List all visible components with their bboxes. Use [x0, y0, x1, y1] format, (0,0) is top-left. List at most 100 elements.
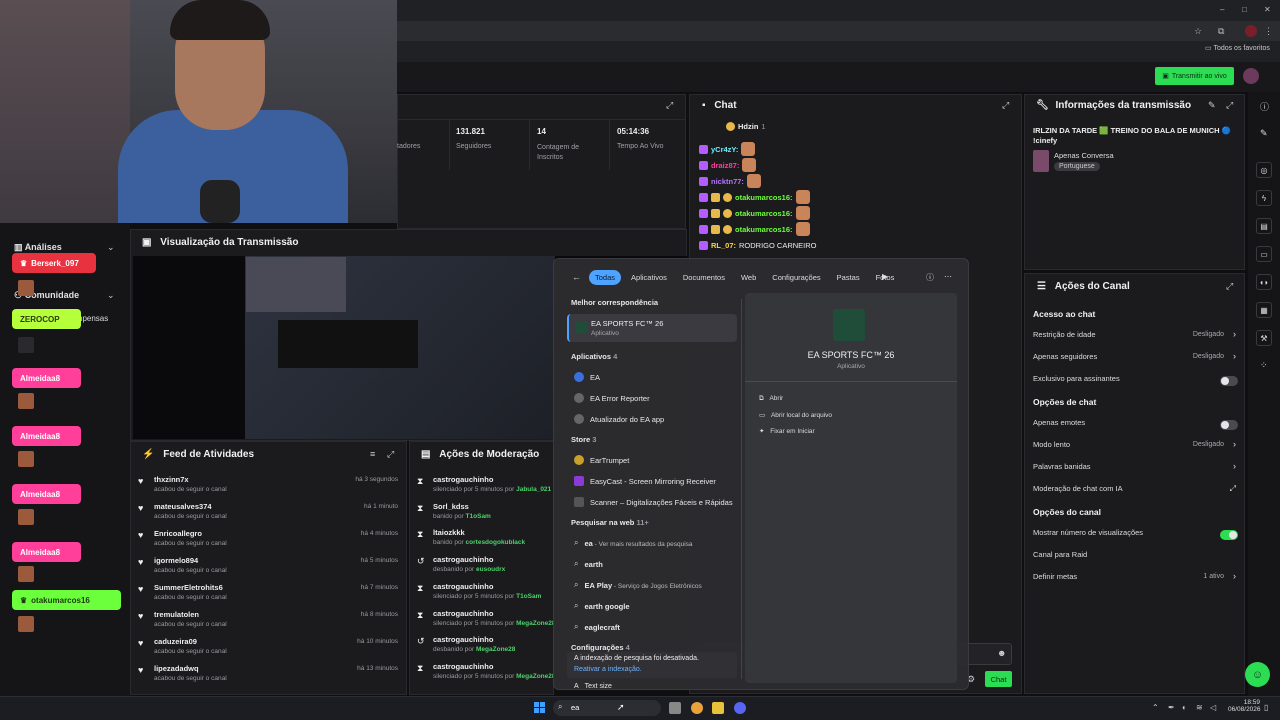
- extensions-icon[interactable]: ⧉: [1218, 26, 1224, 37]
- search-result-app[interactable]: EA: [574, 372, 600, 382]
- search-result-web[interactable]: ⌕ earth google: [574, 601, 630, 611]
- chrome-icon[interactable]: [691, 702, 703, 714]
- moderator-name[interactable]: Jabula_021: [516, 486, 551, 493]
- setting-row[interactable]: Mostrar número de visualizações: [1033, 528, 1238, 542]
- setting-row[interactable]: Apenas seguidores Desligado ›: [1033, 351, 1238, 366]
- moderator-name[interactable]: cortesdogokublack: [466, 539, 526, 546]
- setting-row[interactable]: Palavras banidas ›: [1033, 461, 1238, 476]
- edit-icon[interactable]: ✎: [1208, 100, 1216, 111]
- expand-icon[interactable]: ⤢: [1226, 281, 1233, 292]
- setting-row[interactable]: Exclusivo para assinantes: [1033, 374, 1238, 388]
- wifi-icon[interactable]: ≋: [1196, 703, 1203, 712]
- tab-configurações[interactable]: Configurações: [766, 270, 826, 285]
- avatar[interactable]: [1243, 68, 1259, 84]
- chat-user[interactable]: otakumarcos16:: [735, 193, 793, 202]
- chevron-down-icon[interactable]: ⌄: [107, 290, 115, 301]
- nav-analytics[interactable]: ▥ Análises: [14, 242, 62, 253]
- taskbar-search-input[interactable]: ⌕ ea: [553, 700, 661, 716]
- best-match-result[interactable]: EA SPORTS FC™ 26 Aplicativo: [567, 314, 737, 342]
- apps-icon[interactable]: ⁘: [1260, 360, 1268, 371]
- expand-icon[interactable]: ⤢: [1226, 100, 1233, 111]
- reactivate-indexing-link[interactable]: Reativar a indexação.: [574, 666, 642, 673]
- star-icon[interactable]: ☆: [1194, 26, 1202, 37]
- tray-icon[interactable]: ◐: [1182, 703, 1187, 712]
- setting-row[interactable]: Canal para Raid: [1033, 550, 1238, 564]
- moderator-name[interactable]: T1oSam: [516, 593, 541, 600]
- task-view-icon[interactable]: [669, 702, 681, 714]
- search-result-app[interactable]: Atualizador do EA app: [574, 414, 664, 424]
- tab-aplicativos[interactable]: Aplicativos: [625, 270, 673, 285]
- close-icon[interactable]: ✕: [1264, 5, 1271, 14]
- start-icon[interactable]: [534, 702, 546, 714]
- search-result-web[interactable]: ⌕ ea - Ver mais resultados da pesquisa: [574, 538, 693, 548]
- help-chat-button[interactable]: ☺: [1245, 662, 1270, 687]
- volume-icon[interactable]: ◁: [1210, 703, 1216, 712]
- moderator-name[interactable]: MegaZone28: [516, 620, 553, 627]
- expand-icon[interactable]: ⤢: [387, 449, 394, 460]
- search-result-web[interactable]: ⌕ EA Play - Serviço de Jogos Eletrônicos: [574, 580, 702, 590]
- settings-heading[interactable]: Configurações 4: [571, 643, 630, 652]
- pin-to-start-action[interactable]: ✦ Fixar em Iniciar: [759, 427, 815, 435]
- pencil-icon[interactable]: ✎: [1260, 128, 1268, 139]
- wrench-icon[interactable]: ⚒: [1256, 330, 1272, 346]
- maximize-icon[interactable]: □: [1242, 5, 1247, 14]
- setting-row[interactable]: Modo lento Desligado ›: [1033, 439, 1238, 454]
- scrollbar[interactable]: [741, 299, 742, 679]
- chevron-up-icon[interactable]: ⌃: [1152, 703, 1159, 712]
- chat-user[interactable]: otakumarcos16:: [735, 209, 793, 218]
- search-result-web[interactable]: ⌕ earth: [574, 559, 603, 569]
- chat-user[interactable]: nicktn77:: [711, 177, 744, 186]
- go-live-button[interactable]: ▣ Transmitir ao vivo: [1155, 67, 1234, 85]
- info-icon[interactable]: ⓘ: [926, 272, 934, 283]
- filter-icon[interactable]: ≡: [370, 449, 375, 459]
- clock[interactable]: 18:59 06/08/2026: [1228, 699, 1261, 713]
- menu-icon[interactable]: ⋮: [1264, 26, 1273, 37]
- chat-icon[interactable]: ▭: [1256, 246, 1272, 262]
- open-file-location-action[interactable]: ▭ Abrir local do arquivo: [759, 411, 832, 419]
- discord-icon[interactable]: [734, 702, 746, 714]
- search-result-setting[interactable]: A Text size: [574, 683, 612, 690]
- moderator-name[interactable]: MegaZone28: [476, 646, 515, 653]
- info-icon[interactable]: ⓘ: [1260, 100, 1269, 113]
- toggle-switch[interactable]: [1220, 420, 1238, 430]
- tab-todas[interactable]: Todas: [589, 270, 622, 285]
- open-action[interactable]: ⧉ Abrir: [759, 395, 783, 403]
- moderator-name[interactable]: MegaZone28: [516, 673, 553, 680]
- chat-user[interactable]: otakumarcos16:: [735, 225, 793, 234]
- setting-row[interactable]: Definir metas 1 ativo ›: [1033, 571, 1238, 586]
- profile-icon[interactable]: [1245, 25, 1257, 37]
- server-icon[interactable]: ▦: [1256, 302, 1272, 318]
- search-result-store[interactable]: Scanner – Digitalizações Fáceis e Rápida…: [574, 497, 733, 507]
- target-icon[interactable]: ◎: [1256, 162, 1272, 178]
- setting-row[interactable]: Moderação de chat com IA ⤢: [1033, 484, 1238, 498]
- back-arrow-icon[interactable]: ←: [572, 272, 581, 282]
- pen-icon[interactable]: ✒: [1168, 703, 1175, 712]
- search-result-store[interactable]: EasyCast - Screen Mirroring Receiver: [574, 476, 716, 486]
- toggle-switch[interactable]: [1220, 376, 1238, 386]
- setting-row[interactable]: Restrição de idade Desligado ›: [1033, 329, 1238, 344]
- tab-pastas[interactable]: Pastas: [831, 270, 866, 285]
- web-heading[interactable]: Pesquisar na web 11+: [571, 518, 649, 527]
- expand-icon[interactable]: ⤢: [1002, 100, 1009, 111]
- folder-icon[interactable]: [712, 702, 724, 714]
- chat-user[interactable]: yCr4zY:: [711, 145, 738, 154]
- play-icon[interactable]: ▶: [882, 272, 888, 281]
- search-result-store[interactable]: EarTrumpet: [574, 455, 629, 465]
- tab-documentos[interactable]: Documentos: [677, 270, 731, 285]
- minimize-icon[interactable]: –: [1220, 5, 1224, 14]
- expand-icon[interactable]: ⤢: [666, 100, 673, 111]
- toggle-switch[interactable]: [1220, 530, 1238, 540]
- store-heading[interactable]: Store 3: [571, 435, 596, 444]
- favorites-folder[interactable]: ▭ Todos os favoritos: [1205, 44, 1270, 52]
- search-result-web[interactable]: ⌕ eaglecraft: [574, 622, 620, 632]
- chevron-down-icon[interactable]: ⌄: [107, 242, 115, 253]
- chat-user[interactable]: RL_07:: [711, 241, 736, 250]
- chat-send-button[interactable]: Chat: [985, 671, 1012, 687]
- moderator-name[interactable]: eusoudrx: [476, 566, 505, 573]
- moderator-name[interactable]: T1oSam: [466, 513, 491, 520]
- apps-heading[interactable]: Aplicativos 4: [571, 352, 617, 361]
- notification-icon[interactable]: ▯: [1264, 703, 1268, 712]
- search-result-app[interactable]: EA Error Reporter: [574, 393, 650, 403]
- chat-user[interactable]: draiz87:: [711, 161, 739, 170]
- radio-icon[interactable]: ◖◗: [1256, 274, 1272, 290]
